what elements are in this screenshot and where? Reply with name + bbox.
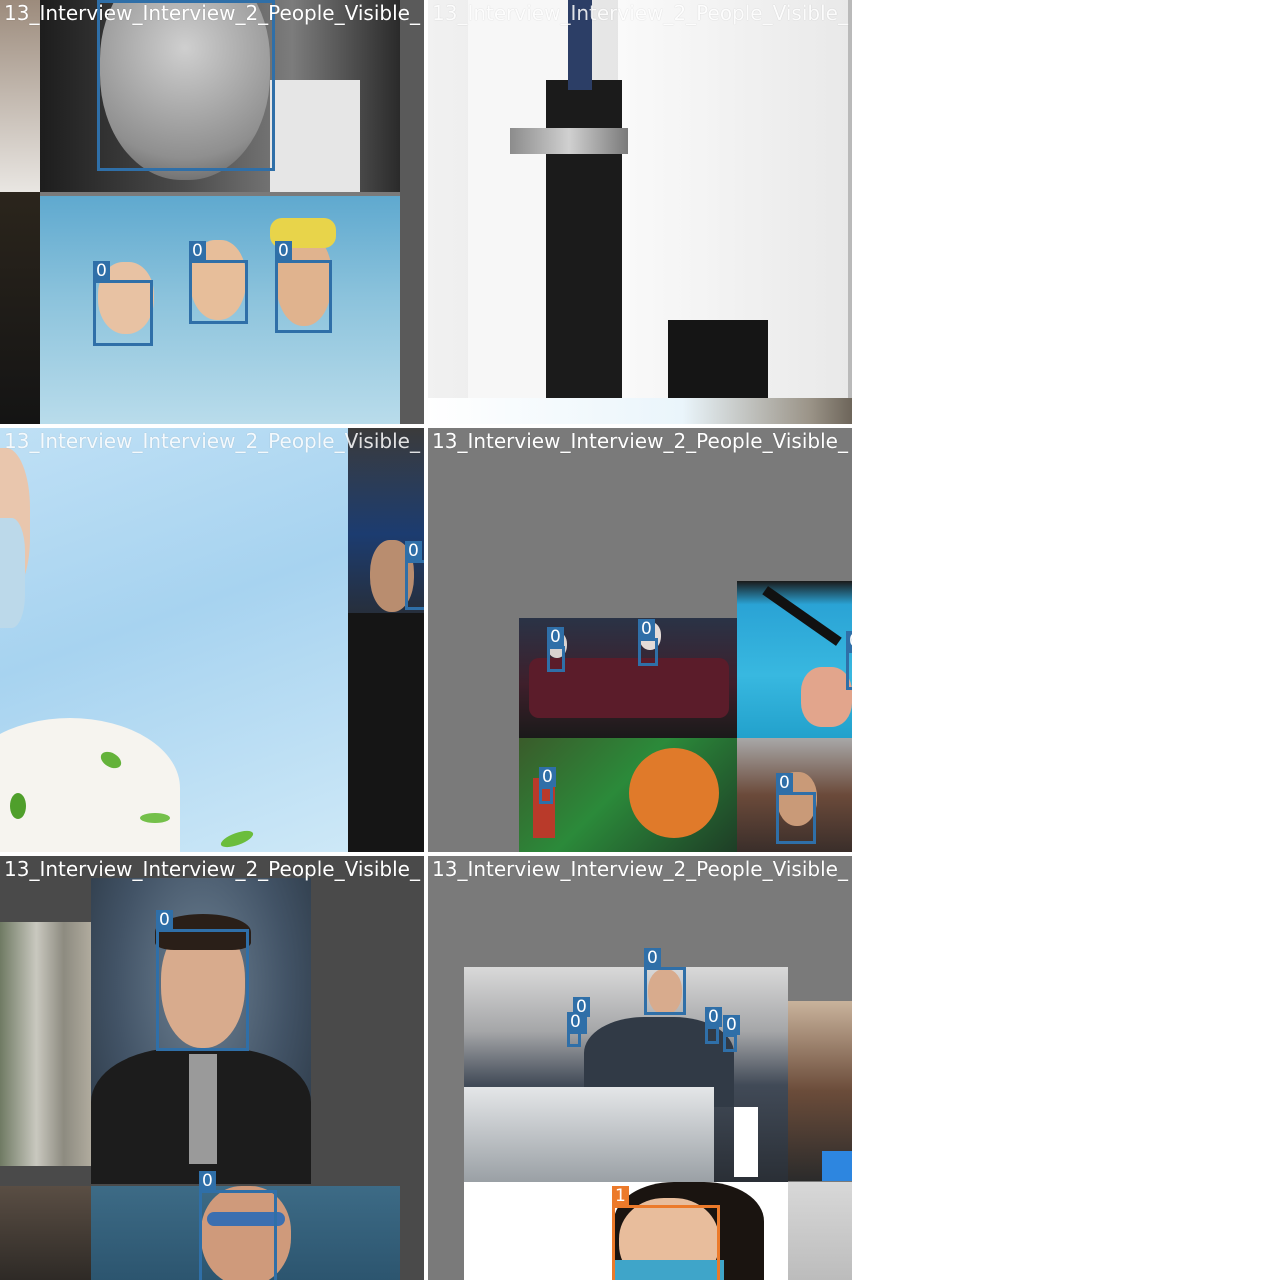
face-bounding-box: 0 (638, 619, 658, 666)
mosaic-tile: 13_Interview_Interview_2_People_Visible_… (0, 0, 424, 424)
face-bounding-box: 0 (644, 948, 686, 1015)
tile-filename-label: 13_Interview_Interview_2_People_Visible_ (4, 857, 420, 881)
mosaic-tile: 13_Interview_Interview_2_People_Visible_ (428, 0, 852, 424)
face-bounding-box: 0 (776, 773, 816, 844)
face-bounding-box: 0 (156, 910, 249, 1051)
tile-filename-label: 13_Interview_Interview_2_People_Visible_ (432, 857, 848, 881)
class-label: 0 (93, 261, 110, 281)
class-label: 0 (723, 1015, 740, 1035)
bartender-bar-photo (464, 967, 788, 1182)
mosaic-tile: 13_Interview_Interview_2_People_Visible_… (0, 856, 424, 1280)
face-bounding-box: 0 (705, 1007, 722, 1044)
mosaic-grid: 13_Interview_Interview_2_People_Visible_… (0, 0, 852, 1280)
face-bounding-box: 0 (539, 767, 556, 804)
suited-man-photo (348, 428, 424, 852)
mosaic-tile: 13_Interview_Interview_2_People_Visible_… (428, 428, 852, 852)
face-bounding-box: 0 (723, 1015, 740, 1052)
face-bounding-box: 0 (405, 541, 424, 610)
class-label: 0 (539, 767, 556, 787)
class-label: 0 (705, 1007, 722, 1027)
side-clothes-photo (788, 1001, 852, 1181)
masked-woman-sky-photo (0, 428, 348, 852)
tile-filename-label: 13_Interview_Interview_2_People_Visible_ (432, 1, 848, 25)
face-bounding-box: 0 (189, 241, 248, 324)
face-bounding-box: 0 (846, 631, 852, 690)
class-label: 0 (547, 627, 564, 647)
class-label: 0 (199, 1171, 216, 1191)
gray-sliver-photo (788, 1182, 852, 1280)
class-label: 0 (644, 948, 661, 968)
tile-filename-label: 13_Interview_Interview_2_People_Visible_ (432, 429, 848, 453)
face-bounding-box: 0 (547, 627, 565, 672)
mosaic-tile: 13_Interview_Interview_2_People_Visible_… (0, 428, 424, 852)
class-label: 0 (156, 910, 173, 930)
waterfall-strip-photo (0, 922, 91, 1166)
face-bounding-box: 0 (199, 1171, 277, 1280)
brick-strip-photo (0, 1186, 91, 1280)
dark-strip-photo (0, 192, 40, 424)
class-label: 0 (638, 619, 655, 639)
class-label: 0 (846, 631, 852, 651)
tile-filename-label: 13_Interview_Interview_2_People_Visible_ (4, 1, 420, 25)
bottom-strip-photo (428, 398, 852, 424)
class-label: 0 (776, 773, 793, 793)
left-strip-photo (0, 0, 40, 192)
face-bounding-box: 0 (275, 241, 332, 333)
masked-face-bounding-box: 1 (612, 1186, 720, 1280)
class-label: 0 (567, 1012, 584, 1032)
class-label: 0 (405, 541, 422, 561)
gray-side-photo (400, 0, 424, 424)
face-bounding-box: 0 (93, 261, 153, 346)
lab-coats-photo (428, 0, 852, 398)
class-label: 0 (275, 241, 292, 261)
face-bounding-box: 0 (567, 1012, 584, 1047)
class-label: 1 (612, 1186, 629, 1206)
class-label: 0 (189, 241, 206, 261)
mosaic-tile: 13_Interview_Interview_2_People_Visible_… (428, 856, 852, 1280)
tile-filename-label: 13_Interview_Interview_2_People_Visible_ (4, 429, 420, 453)
swimmer-lane-photo (737, 581, 852, 738)
